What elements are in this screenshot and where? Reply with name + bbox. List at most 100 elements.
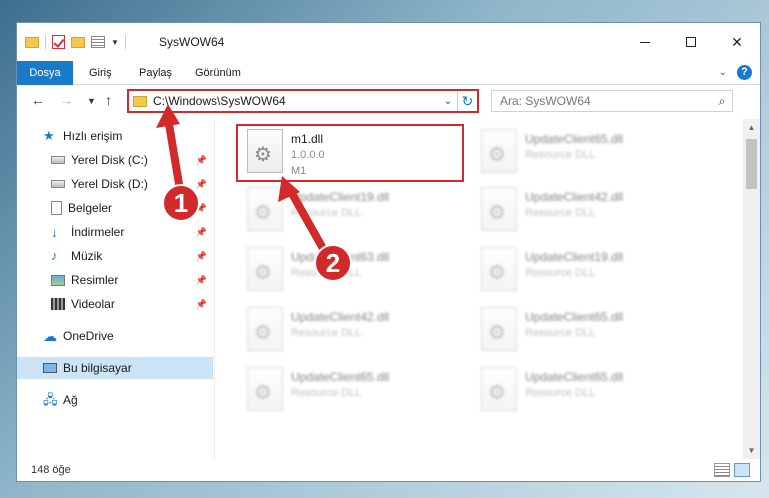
sidebar-item-label: OneDrive xyxy=(63,329,114,343)
item-count: 148 öğe xyxy=(31,464,71,476)
sidebar-item-label: Videolar xyxy=(71,297,115,311)
network-icon: 🖧 xyxy=(43,392,58,407)
sidebar-item-local-disk-c[interactable]: Yerel Disk (C:) 📌 xyxy=(17,149,213,171)
cloud-icon: ☁ xyxy=(43,328,57,344)
pin-icon[interactable]: 📌 xyxy=(196,299,207,310)
file-highlight-box xyxy=(236,124,464,182)
sidebar-item-label: Yerel Disk (D:) xyxy=(71,177,148,191)
details-view-icon[interactable] xyxy=(714,463,730,477)
forward-arrow-icon[interactable]: → xyxy=(59,92,73,108)
sidebar-item-pictures[interactable]: Resimler 📌 xyxy=(17,269,213,291)
list-item[interactable]: UpdateClient65.dll Resource DLL xyxy=(239,363,449,419)
music-icon: ♪ xyxy=(51,248,58,263)
customize-dropdown-icon[interactable]: ▼ xyxy=(111,38,119,47)
dll-file-icon xyxy=(247,367,283,411)
title-bar: ▼ SysWOW64 ✕ xyxy=(17,23,760,61)
sidebar-item-music[interactable]: ♪ Müzik 📌 xyxy=(17,245,213,267)
scroll-down-icon[interactable]: ▼ xyxy=(743,442,760,459)
sidebar-item-label: Resimler xyxy=(71,273,119,287)
new-folder-icon[interactable] xyxy=(71,36,85,48)
dll-file-icon xyxy=(247,187,283,231)
dll-file-icon xyxy=(481,367,517,411)
list-item[interactable]: UpdateClient65.dll Resource DLL xyxy=(473,303,683,359)
file-type: Resource DLL xyxy=(291,387,362,399)
tab-dosya[interactable]: Dosya xyxy=(17,61,73,85)
vertical-scrollbar[interactable]: ▲ ▼ xyxy=(743,119,760,459)
pictures-icon xyxy=(51,274,65,286)
scroll-up-icon[interactable]: ▲ xyxy=(743,119,760,136)
ribbon-controls: ⌄ ? xyxy=(719,65,752,80)
tab-paylas[interactable]: Paylaş xyxy=(125,61,186,85)
refresh-icon[interactable]: ↻ xyxy=(457,91,477,111)
pin-icon[interactable]: 📌 xyxy=(196,179,207,190)
document-icon xyxy=(51,201,62,215)
list-item[interactable]: UpdateClient42.dll Resource DLL xyxy=(239,303,449,359)
up-arrow-icon[interactable]: ↑ xyxy=(105,92,112,108)
computer-icon xyxy=(43,363,57,373)
file-name: UpdateClient42.dll xyxy=(525,190,624,204)
properties-check-icon[interactable] xyxy=(52,35,65,49)
address-path[interactable]: C:\Windows\SysWOW64 xyxy=(153,94,439,108)
scroll-thumb[interactable] xyxy=(746,139,757,189)
sidebar-item-this-pc[interactable]: Bu bilgisayar xyxy=(17,357,213,379)
file-name: UpdateClient65.dll xyxy=(525,310,624,324)
navigation-pane: ★ Hızlı erişim Yerel Disk (C:) 📌 Yerel D… xyxy=(17,119,213,459)
search-icon[interactable]: ⌕ xyxy=(712,94,732,109)
list-item[interactable]: UpdateClient65.dll Resource DLL xyxy=(473,125,683,181)
sidebar-item-downloads[interactable]: ↓ İndirmeler 📌 xyxy=(17,221,213,243)
pin-icon[interactable]: 📌 xyxy=(196,251,207,262)
sidebar-item-label: Hızlı erişim xyxy=(63,129,123,143)
dll-file-icon xyxy=(247,307,283,351)
sidebar-item-videos[interactable]: Videolar 📌 xyxy=(17,293,213,315)
folder-icon xyxy=(25,36,39,48)
sidebar-item-network[interactable]: 🖧 Ağ xyxy=(17,389,213,411)
file-name: UpdateClient19.dll xyxy=(525,250,624,264)
caption-buttons: ✕ xyxy=(622,23,760,61)
quick-access-toolbar: ▼ xyxy=(25,35,126,49)
file-type: Resource DLL xyxy=(525,327,596,339)
minimize-button[interactable] xyxy=(622,23,668,61)
help-icon[interactable]: ? xyxy=(737,65,752,80)
close-icon: ✕ xyxy=(731,33,743,50)
toolbar-divider xyxy=(45,35,46,49)
recent-locations-icon[interactable]: ▼ xyxy=(87,96,96,106)
list-item[interactable]: UpdateClient19.dll Resource DLL xyxy=(239,183,449,239)
search-input[interactable]: Ara: SysWOW64 ⌕ xyxy=(491,90,733,112)
dll-file-icon xyxy=(481,307,517,351)
chevron-down-icon[interactable]: ⌄ xyxy=(439,96,457,107)
navigation-bar: ← → ▼ ↑ C:\Windows\SysWOW64 ⌄ ↻ Ara: Sys… xyxy=(17,86,760,116)
sidebar-item-label: Bu bilgisayar xyxy=(63,361,132,375)
dll-file-icon xyxy=(481,129,517,173)
tab-gorunum[interactable]: Görünüm xyxy=(181,61,255,85)
tab-giris[interactable]: Giriş xyxy=(75,61,126,85)
dll-file-icon xyxy=(481,187,517,231)
video-icon xyxy=(51,298,65,310)
download-icon: ↓ xyxy=(51,224,58,240)
pane-divider[interactable] xyxy=(214,119,215,459)
sidebar-item-label: Yerel Disk (C:) xyxy=(71,153,148,167)
search-placeholder[interactable]: Ara: SysWOW64 xyxy=(500,94,712,108)
close-button[interactable]: ✕ xyxy=(714,23,760,61)
sidebar-item-quick-access[interactable]: ★ Hızlı erişim xyxy=(17,125,213,147)
expand-ribbon-icon[interactable]: ⌄ xyxy=(719,67,727,78)
properties-icon[interactable] xyxy=(91,36,105,48)
file-type: Resource DLL xyxy=(525,149,596,161)
file-type: Resource DLL xyxy=(525,207,596,219)
file-name: UpdateClient19.dll xyxy=(291,190,390,204)
file-type: Resource DLL xyxy=(525,267,596,279)
file-name: UpdateClient65.dll xyxy=(525,132,624,146)
pin-icon[interactable]: 📌 xyxy=(196,275,207,286)
back-arrow-icon[interactable]: ← xyxy=(31,92,45,108)
list-item[interactable]: UpdateClient42.dll Resource DLL xyxy=(473,183,683,239)
dll-file-icon xyxy=(481,247,517,291)
list-item[interactable]: UpdateClient65.dll Resource DLL xyxy=(473,363,683,419)
address-bar[interactable]: C:\Windows\SysWOW64 ⌄ ↻ xyxy=(127,89,479,113)
pin-icon[interactable]: 📌 xyxy=(196,155,207,166)
maximize-button[interactable] xyxy=(668,23,714,61)
dll-file-icon xyxy=(247,247,283,291)
sidebar-item-onedrive[interactable]: ☁ OneDrive xyxy=(17,325,213,347)
large-icons-view-icon[interactable] xyxy=(734,463,750,477)
pin-icon[interactable]: 📌 xyxy=(196,227,207,238)
toolbar-divider xyxy=(124,35,126,49)
list-item[interactable]: UpdateClient19.dll Resource DLL xyxy=(473,243,683,299)
